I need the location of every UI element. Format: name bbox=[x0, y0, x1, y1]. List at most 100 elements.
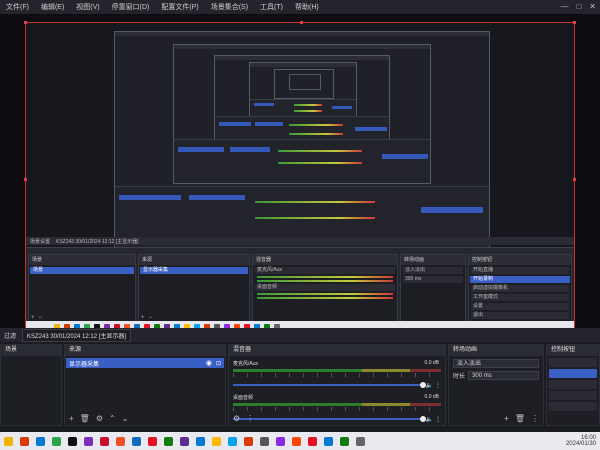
nested-meter bbox=[255, 217, 375, 219]
volume-slider[interactable] bbox=[233, 382, 426, 388]
preview-canvas[interactable]: 场景设置 KSZ243 30/01/2024 12:12 [主显示器] 场景 场… bbox=[0, 14, 600, 335]
add-source-icon[interactable]: + bbox=[69, 414, 74, 423]
nested-dock bbox=[174, 139, 430, 183]
meter-scale bbox=[233, 407, 441, 411]
taskbar-app-icon[interactable] bbox=[180, 436, 189, 446]
taskbar-app-icon[interactable] bbox=[100, 436, 109, 446]
audio-settings-icon[interactable]: ⚙ bbox=[233, 414, 240, 423]
nested-selection bbox=[219, 122, 251, 126]
source-properties-icon[interactable]: ⚙ bbox=[96, 414, 103, 423]
control-button[interactable] bbox=[549, 380, 597, 389]
taskbar-app-icon[interactable] bbox=[132, 436, 141, 446]
taskbar-app-icon[interactable] bbox=[116, 436, 125, 446]
inner-source-item[interactable]: 显示器采集 bbox=[140, 267, 248, 274]
scene-toolbar: 过滤 KSZ243 30/01/2024 12:12 [主显示器] bbox=[0, 328, 600, 342]
taskbar-app-icon[interactable] bbox=[164, 436, 173, 446]
menu-view[interactable]: 视图(V) bbox=[76, 2, 99, 12]
taskbar-app-icon[interactable] bbox=[36, 436, 45, 446]
system-tray: 16:00 2024/01/30 bbox=[566, 435, 596, 447]
nested-obs-window bbox=[274, 69, 334, 99]
mixer-menu-icon[interactable]: ⋮ bbox=[246, 414, 254, 423]
taskbar-app-icon[interactable] bbox=[260, 436, 269, 446]
nested-obs-window bbox=[249, 62, 357, 118]
duration-input[interactable]: 300 ms bbox=[468, 371, 539, 380]
channel-menu-icon[interactable]: ⋮ bbox=[435, 382, 441, 389]
menu-tools[interactable]: 工具(T) bbox=[260, 2, 283, 12]
resize-handle[interactable] bbox=[573, 21, 576, 24]
inner-transition-type[interactable]: 淡入淡出 bbox=[403, 267, 463, 274]
add-transition-icon[interactable]: + bbox=[504, 414, 509, 423]
control-button-active[interactable] bbox=[549, 369, 597, 378]
start-recording-button[interactable]: 开始录制 bbox=[470, 276, 570, 283]
source-name-field[interactable]: KSZ243 30/01/2024 12:12 [主显示器] bbox=[22, 328, 132, 342]
taskbar-app-icon[interactable] bbox=[148, 436, 157, 446]
resize-handle[interactable] bbox=[573, 178, 576, 181]
control-button[interactable] bbox=[549, 402, 597, 411]
taskbar-app-icon[interactable] bbox=[212, 436, 221, 446]
speaker-icon[interactable]: 🔈 bbox=[426, 382, 433, 389]
resize-handle[interactable] bbox=[24, 178, 27, 181]
move-down-icon[interactable]: ⌄ bbox=[122, 414, 129, 423]
filter-label[interactable]: 过滤 bbox=[4, 331, 16, 340]
start-virtual-camera-button[interactable]: 启动虚拟摄像机 bbox=[471, 285, 569, 292]
clock-date[interactable]: 2024/01/30 bbox=[566, 441, 596, 447]
menu-profile[interactable]: 配置文件(P) bbox=[161, 2, 198, 12]
nested-meter bbox=[278, 162, 362, 164]
menu-scene-collection[interactable]: 场景集合(S) bbox=[211, 2, 248, 12]
taskbar-app-icon[interactable] bbox=[84, 436, 93, 446]
taskbar-app-icon[interactable] bbox=[276, 436, 285, 446]
control-button[interactable] bbox=[549, 391, 597, 400]
maximize-button[interactable]: □ bbox=[576, 2, 581, 11]
nested-selection bbox=[255, 122, 283, 126]
remove-transition-icon[interactable]: 🗑 bbox=[515, 414, 525, 423]
inner-transition-duration[interactable]: 300 ms bbox=[403, 276, 463, 283]
mixer-footer: ⚙ ⋮ bbox=[229, 412, 445, 425]
remove-source-icon[interactable]: 🗑 bbox=[80, 414, 90, 423]
audio-meter bbox=[233, 403, 441, 406]
control-button[interactable] bbox=[549, 358, 597, 367]
taskbar-app-icon[interactable] bbox=[20, 436, 29, 446]
nested-selection bbox=[382, 154, 428, 159]
taskbar-app-icon[interactable] bbox=[340, 436, 349, 446]
source-item[interactable]: 显示器采集 ◉ ⊡ bbox=[66, 358, 224, 368]
menu-edit[interactable]: 编辑(E) bbox=[41, 2, 64, 12]
lock-icon[interactable]: ⊡ bbox=[216, 360, 221, 367]
studio-mode-button[interactable]: 工作室模式 bbox=[471, 294, 569, 301]
transitions-title: 转场动画 bbox=[449, 345, 543, 356]
taskbar-app-icon[interactable] bbox=[292, 436, 301, 446]
inner-scene-toolbar: 场景设置 KSZ243 30/01/2024 12:12 [主显示器] bbox=[26, 237, 574, 245]
menu-help[interactable]: 帮助(H) bbox=[295, 2, 319, 12]
display-capture-source[interactable]: 场景设置 KSZ243 30/01/2024 12:12 [主显示器] 场景 场… bbox=[24, 21, 576, 335]
taskbar-app-icon[interactable] bbox=[228, 436, 237, 446]
close-button[interactable]: ✕ bbox=[589, 2, 596, 11]
taskbar-app-icon[interactable] bbox=[308, 436, 317, 446]
nested-meter bbox=[255, 201, 375, 203]
nested-selection bbox=[254, 103, 274, 106]
nested-obs-window bbox=[173, 44, 431, 184]
taskbar-app-icon[interactable] bbox=[4, 436, 13, 446]
exit-button[interactable]: 退出 bbox=[471, 312, 569, 319]
sources-footer: + 🗑 ⚙ ⌃ ⌄ bbox=[65, 412, 225, 425]
taskbar-app-icon[interactable] bbox=[356, 436, 365, 446]
nested-selection bbox=[230, 147, 270, 152]
meter-scale bbox=[233, 373, 441, 377]
minimize-button[interactable]: — bbox=[560, 2, 568, 11]
resize-handle[interactable] bbox=[300, 21, 303, 24]
taskbar-app-icon[interactable] bbox=[52, 436, 61, 446]
menu-docks[interactable]: 停靠窗口(D) bbox=[112, 2, 150, 12]
taskbar-app-icon[interactable] bbox=[196, 436, 205, 446]
resize-handle[interactable] bbox=[24, 21, 27, 24]
transitions-panel: 转场动画 淡入淡出 时长 300 ms + 🗑 ⋮ bbox=[448, 344, 544, 426]
transition-type-select[interactable]: 淡入淡出 bbox=[453, 359, 539, 368]
settings-button[interactable]: 设置 bbox=[471, 303, 569, 310]
inner-scene-item[interactable]: 场景 bbox=[30, 267, 134, 274]
start-streaming-button[interactable]: 开始直播 bbox=[471, 267, 569, 274]
move-up-icon[interactable]: ⌃ bbox=[109, 414, 116, 423]
taskbar-app-icon[interactable] bbox=[244, 436, 253, 446]
transition-menu-icon[interactable]: ⋮ bbox=[531, 414, 539, 423]
scenes-title: 场景 bbox=[1, 345, 61, 356]
taskbar-app-icon[interactable] bbox=[68, 436, 77, 446]
visibility-eye-icon[interactable]: ◉ bbox=[206, 359, 212, 367]
taskbar-app-icon[interactable] bbox=[324, 436, 333, 446]
menu-file[interactable]: 文件(F) bbox=[6, 2, 29, 12]
